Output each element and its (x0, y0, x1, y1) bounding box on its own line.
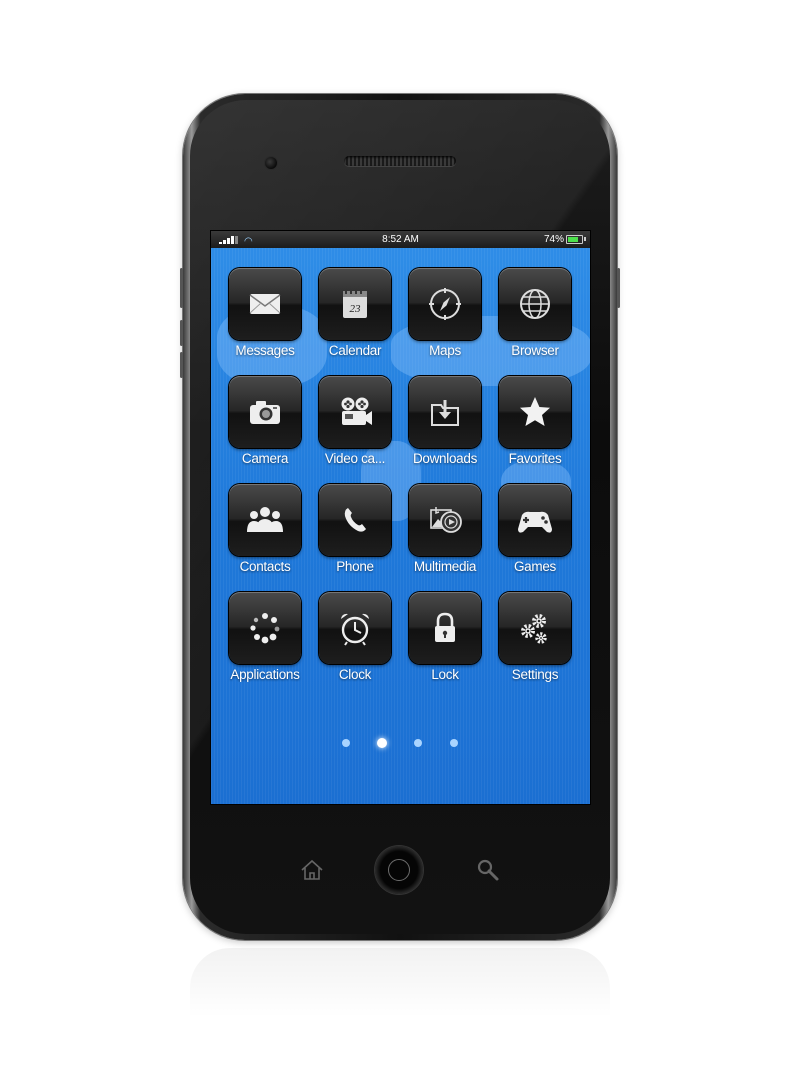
app-tile[interactable] (229, 484, 301, 556)
app-downloads[interactable]: Downloads (400, 376, 490, 484)
apps-icon (250, 613, 280, 644)
envelope-icon (249, 294, 281, 314)
download-icon (431, 400, 459, 426)
app-tile[interactable] (229, 268, 301, 340)
app-contacts[interactable]: Contacts (220, 484, 310, 592)
app-video-ca[interactable]: Video ca... (310, 376, 400, 484)
app-lock[interactable]: Lock (400, 592, 490, 700)
app-label: Maps (429, 343, 461, 358)
app-tile[interactable] (409, 592, 481, 664)
app-label: Settings (511, 667, 559, 682)
app-label: Games (513, 559, 556, 574)
calendar-icon: 23 (343, 289, 367, 318)
phone-reflection (190, 948, 610, 1018)
volume-down-button[interactable] (180, 352, 183, 378)
app-label: Clock (338, 667, 372, 682)
app-tile[interactable] (409, 484, 481, 556)
app-messages[interactable]: Messages (220, 268, 310, 376)
app-label: Video ca... (324, 451, 386, 466)
app-tile[interactable] (409, 376, 481, 448)
globe-icon (520, 289, 550, 319)
app-tile[interactable] (499, 484, 571, 556)
app-label: Messages (235, 343, 295, 358)
app-tile[interactable] (319, 592, 391, 664)
app-label: Multimedia (413, 559, 477, 574)
app-clock[interactable]: Clock (310, 592, 400, 700)
page-dot[interactable] (342, 739, 350, 747)
home-screen: ◠ 8:52 AM 74% Messages 23 Calendar Maps Brow… (211, 231, 590, 804)
app-browser[interactable]: Browser (490, 268, 580, 376)
battery-icon (566, 235, 583, 244)
volume-up-button[interactable] (180, 320, 183, 346)
app-calendar[interactable]: 23 Calendar (310, 268, 400, 376)
video-camera-icon (341, 397, 372, 425)
app-multimedia[interactable]: Multimedia (400, 484, 490, 592)
app-games[interactable]: Games (490, 484, 580, 592)
app-tile[interactable] (229, 376, 301, 448)
page-dot[interactable] (377, 738, 387, 748)
app-label: Favorites (508, 451, 562, 466)
app-tile[interactable] (409, 268, 481, 340)
gears-icon (521, 614, 547, 644)
multimedia-icon (430, 507, 462, 533)
mute-switch[interactable] (180, 268, 183, 308)
app-favorites[interactable]: Favorites (490, 376, 580, 484)
app-tile[interactable] (319, 376, 391, 448)
app-tile[interactable] (499, 268, 571, 340)
app-phone[interactable]: Phone (310, 484, 400, 592)
star-icon (520, 397, 550, 426)
app-tile[interactable]: 23 (319, 268, 391, 340)
app-tile[interactable] (499, 376, 571, 448)
camera-icon (250, 401, 280, 424)
app-tile[interactable] (229, 592, 301, 664)
svg-text:23: 23 (350, 303, 362, 315)
contacts-icon (247, 507, 283, 532)
home-key-icon[interactable] (298, 856, 326, 884)
app-tile[interactable] (499, 592, 571, 664)
app-label: Browser (511, 343, 559, 358)
app-label: Lock (431, 667, 459, 682)
app-label: Contacts (239, 559, 291, 574)
app-label: Calendar (328, 343, 382, 358)
page-indicator[interactable] (211, 737, 590, 749)
gamepad-icon (518, 511, 552, 533)
search-key-icon[interactable] (474, 856, 502, 884)
phone-icon (344, 508, 366, 532)
lock-icon (435, 612, 455, 642)
compass-icon (429, 288, 461, 320)
front-camera (265, 157, 277, 169)
page-dot[interactable] (450, 739, 458, 747)
power-button[interactable] (617, 268, 620, 308)
app-applications[interactable]: Applications (220, 592, 310, 700)
app-label: Phone (336, 559, 374, 574)
app-settings[interactable]: Settings (490, 592, 580, 700)
page-dot[interactable] (414, 739, 422, 747)
status-time: 8:52 AM (382, 234, 419, 245)
battery-percent: 74% (543, 234, 564, 245)
alarm-clock-icon (341, 613, 369, 646)
earpiece-speaker (344, 156, 456, 166)
app-label: Camera (241, 451, 289, 466)
home-button[interactable] (375, 846, 423, 894)
app-maps[interactable]: Maps (400, 268, 490, 376)
app-label: Applications (230, 667, 300, 682)
app-tile[interactable] (319, 484, 391, 556)
status-bar: ◠ 8:52 AM 74% (211, 231, 590, 248)
app-camera[interactable]: Camera (220, 376, 310, 484)
app-label: Downloads (412, 451, 478, 466)
